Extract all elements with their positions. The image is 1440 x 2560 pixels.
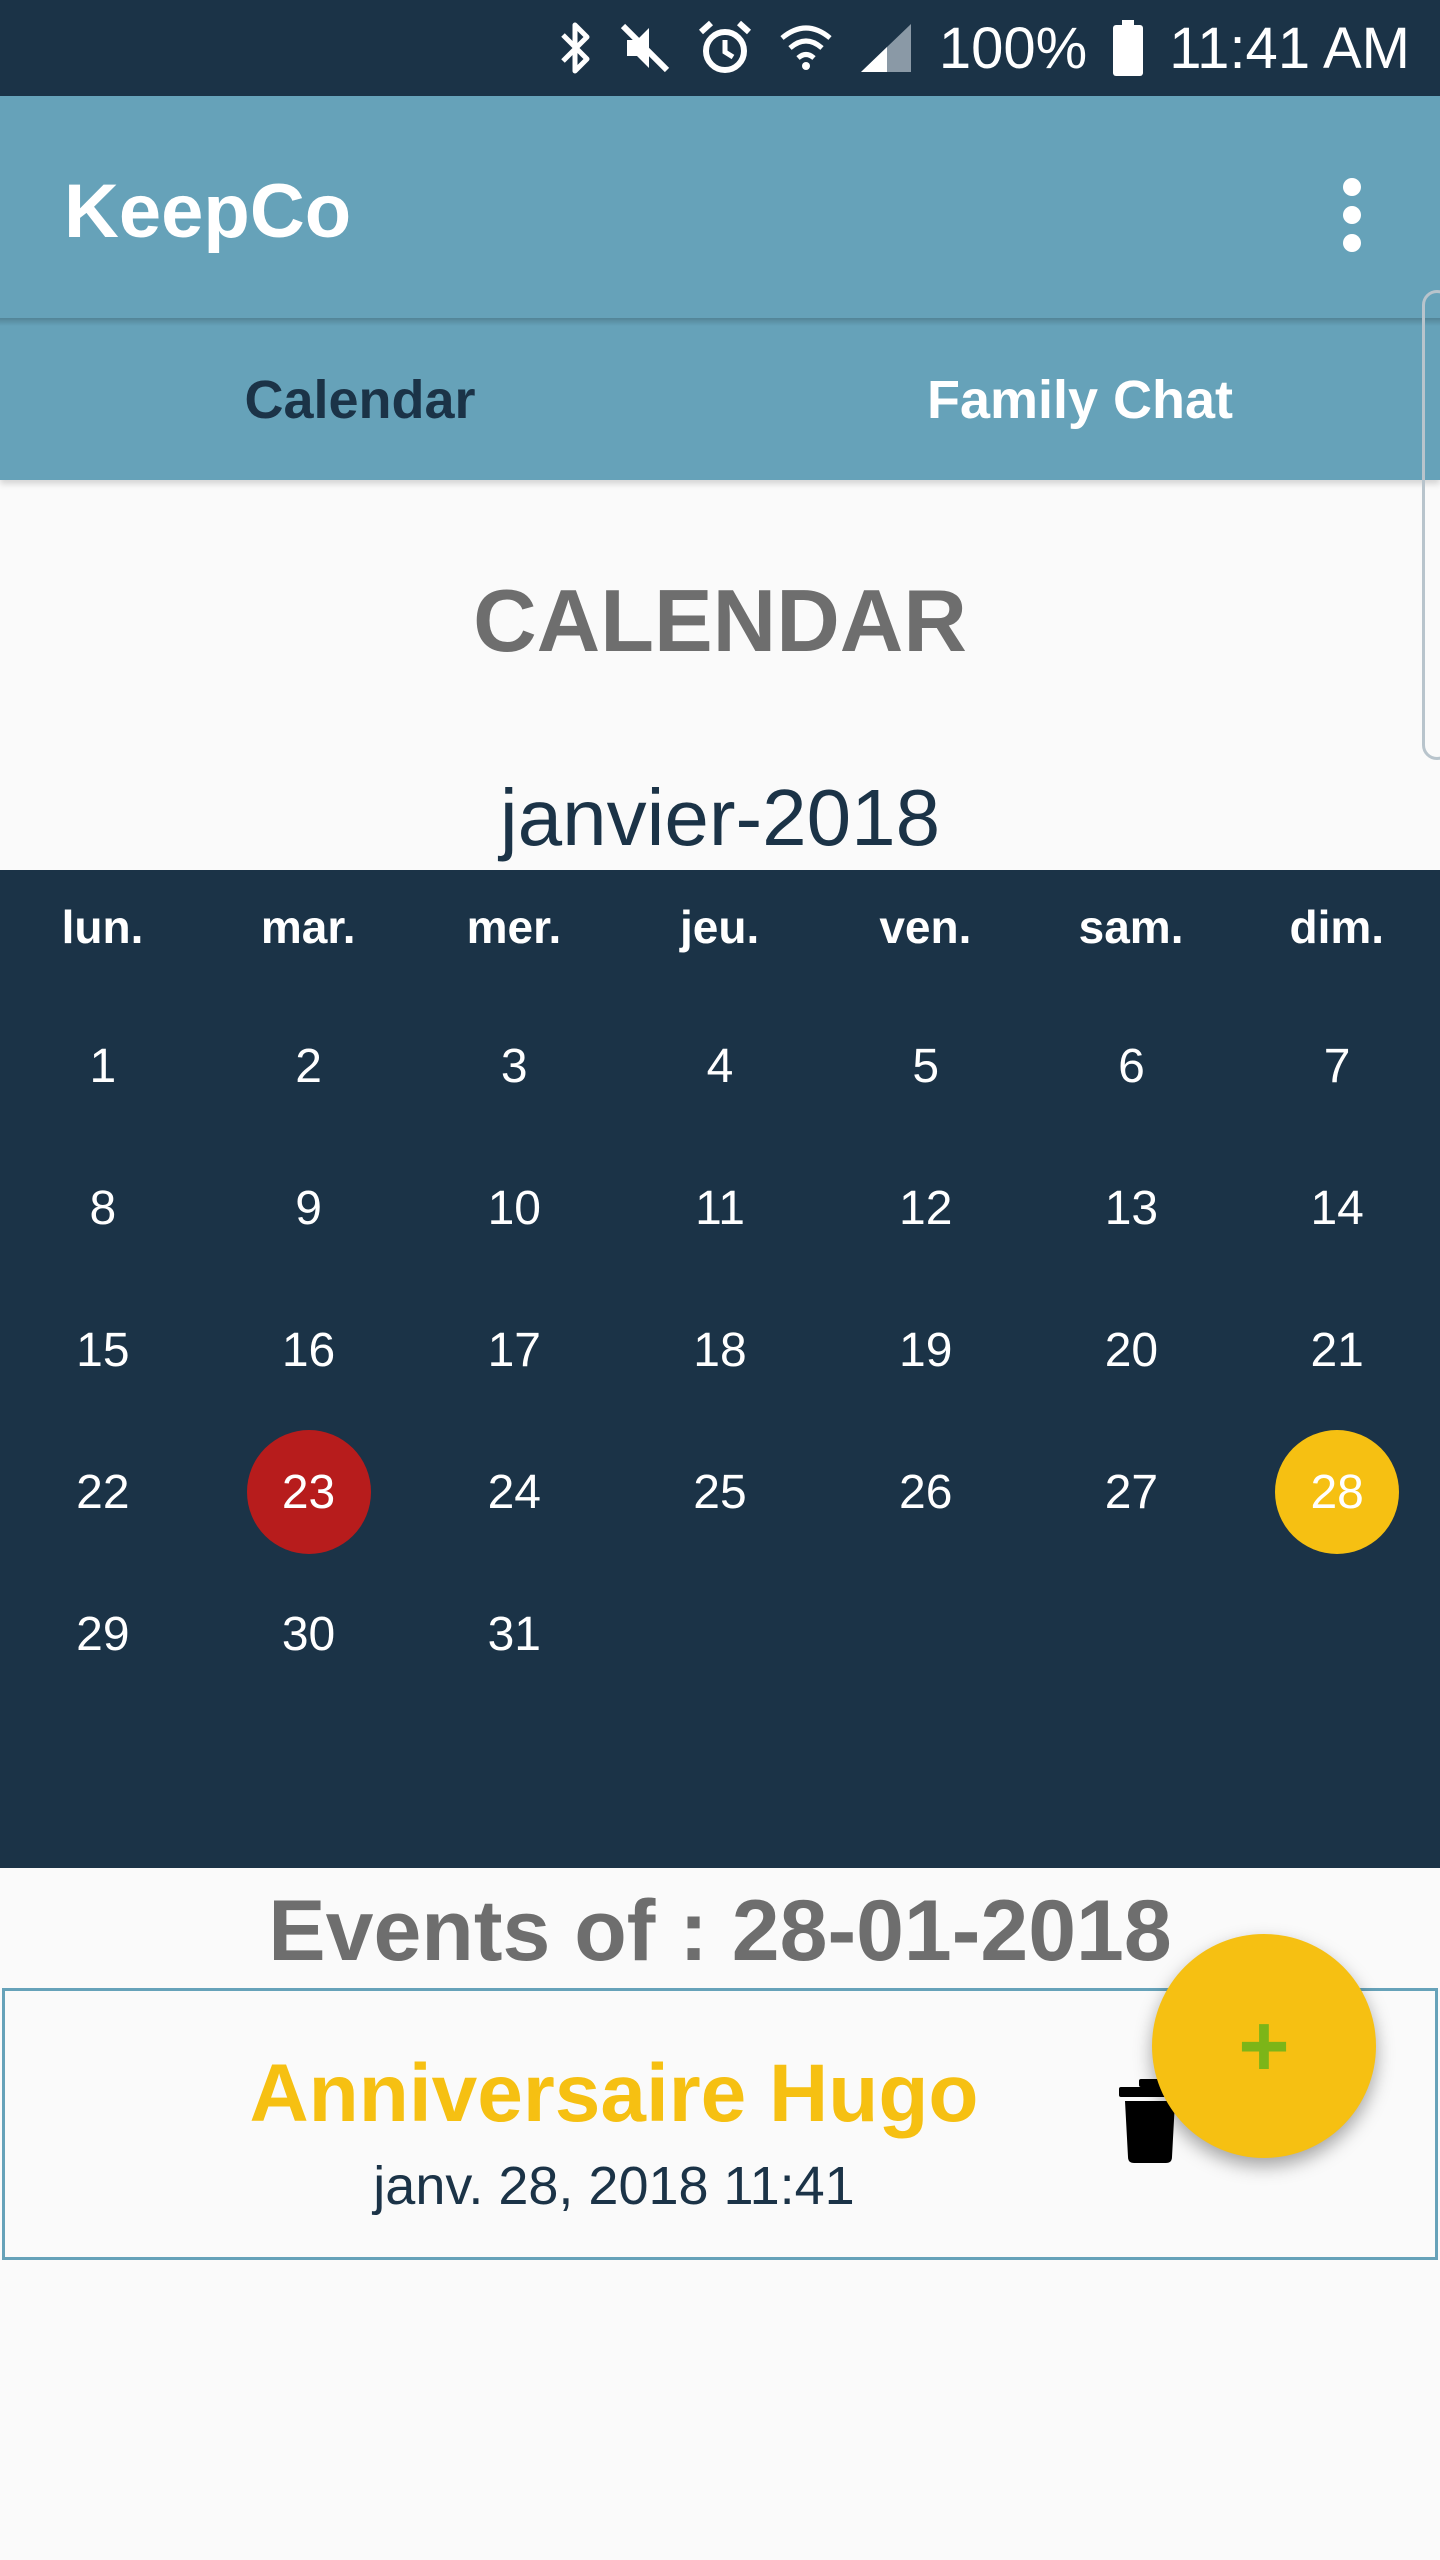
calendar-day[interactable]: 21 (1275, 1288, 1399, 1412)
calendar-day[interactable]: 13 (1069, 1146, 1193, 1270)
more-vert-icon[interactable] (1318, 170, 1386, 260)
calendar-day[interactable]: 14 (1275, 1146, 1399, 1270)
calendar-day[interactable]: 12 (864, 1146, 988, 1270)
calendar-grid: lun. mar. mer. jeu. ven. sam. dim. 1 2 3 4 5 6 7 8 9 10 1… (0, 870, 1440, 1868)
clock: 11:41 AM (1169, 15, 1410, 81)
calendar-day[interactable]: 27 (1069, 1430, 1193, 1554)
tab-bar: Calendar Family Chat (0, 320, 1440, 480)
calendar-day[interactable]: 20 (1069, 1288, 1193, 1412)
weekday-header: ven. (879, 901, 972, 953)
mute-icon (619, 22, 671, 74)
calendar-day[interactable]: 9 (247, 1146, 371, 1270)
calendar-day[interactable]: 5 (864, 1004, 988, 1128)
calendar-day[interactable]: 30 (247, 1572, 371, 1696)
calendar-day[interactable]: 19 (864, 1288, 988, 1412)
weekday-header: mar. (260, 901, 356, 953)
weekday-header: jeu. (680, 901, 760, 953)
calendar-day[interactable]: 22 (41, 1430, 165, 1554)
status-bar: 100% 11:41 AM (0, 0, 1440, 96)
app-title: KeepCo (64, 169, 352, 254)
calendar-day[interactable]: 29 (41, 1572, 165, 1696)
tab-family-chat[interactable]: Family Chat (720, 320, 1440, 480)
battery-percent: 100% (938, 15, 1088, 81)
plus-icon: + (1238, 1996, 1290, 2095)
calendar-day[interactable]: 6 (1069, 1004, 1193, 1128)
calendar-day[interactable]: 25 (658, 1430, 782, 1554)
status-icons: 100% 11:41 AM (557, 0, 1410, 96)
calendar-day[interactable]: 3 (452, 1004, 576, 1128)
event-datetime: janv. 28, 2018 11:41 (373, 2156, 855, 2216)
month-label: janvier-2018 (499, 773, 941, 862)
weekday-header: lun. (61, 901, 144, 953)
calendar-day[interactable]: 24 (452, 1430, 576, 1554)
calendar-day[interactable]: 15 (41, 1288, 165, 1412)
app-bar-shadow (0, 318, 1440, 326)
alarm-icon (697, 20, 753, 76)
weekday-header: dim. (1289, 901, 1385, 953)
battery-icon (1113, 20, 1144, 76)
calendar-day[interactable]: 8 (41, 1146, 165, 1270)
tab-calendar[interactable]: Calendar (0, 320, 720, 480)
calendar-day[interactable]: 7 (1275, 1004, 1399, 1128)
calendar-day[interactable]: 4 (658, 1004, 782, 1128)
drawer-handle[interactable] (1422, 290, 1440, 760)
calendar-day[interactable]: 18 (658, 1288, 782, 1412)
bluetooth-icon (557, 19, 593, 77)
weekday-header: mer. (466, 901, 562, 953)
signal-icon (859, 22, 913, 74)
page-title: CALENDAR (473, 571, 967, 670)
calendar-day[interactable]: 31 (452, 1572, 576, 1696)
calendar-day[interactable]: 17 (452, 1288, 576, 1412)
calendar-day[interactable]: 2 (247, 1004, 371, 1128)
add-event-button[interactable]: + (1152, 1934, 1376, 2158)
calendar-day[interactable]: 16 (247, 1288, 371, 1412)
app-bar: KeepCo (0, 96, 1440, 320)
calendar-day[interactable]: 10 (452, 1146, 576, 1270)
calendar-day-selected[interactable]: 28 (1275, 1430, 1400, 1554)
calendar-day-today[interactable]: 23 (246, 1430, 371, 1554)
weekday-header: sam. (1078, 901, 1184, 953)
calendar-day[interactable]: 26 (864, 1430, 988, 1554)
wifi-icon (779, 22, 833, 74)
event-title: Anniversaire Hugo (249, 2048, 979, 2139)
calendar-day[interactable]: 1 (41, 1004, 165, 1128)
calendar-day[interactable]: 11 (658, 1146, 782, 1270)
